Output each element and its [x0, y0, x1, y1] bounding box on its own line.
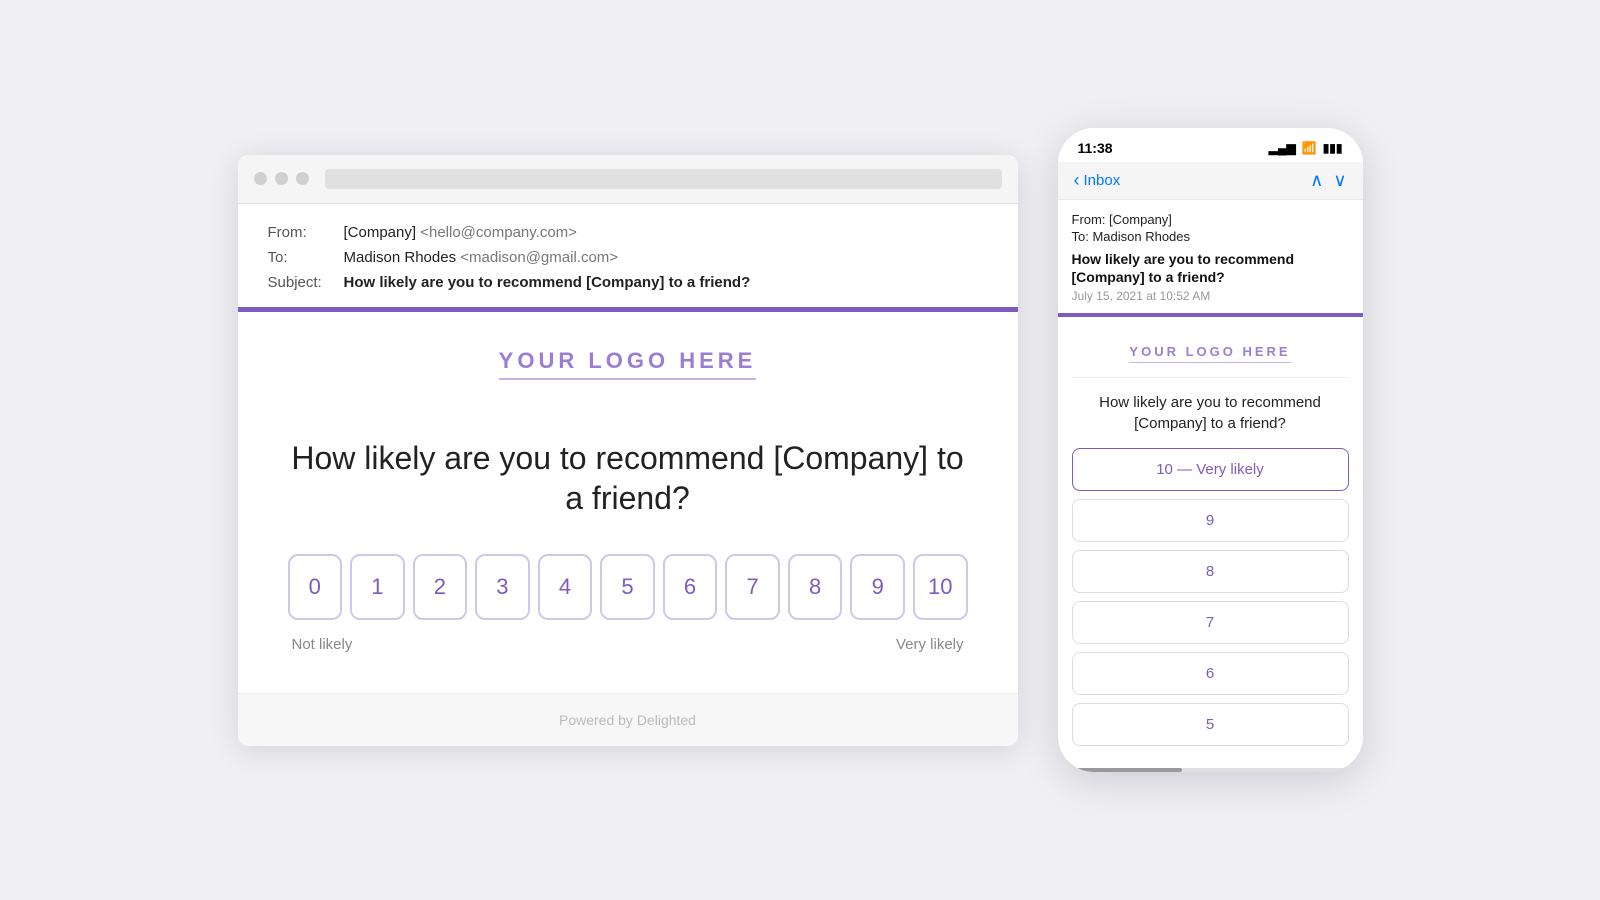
nps-labels: Not likely Very likely — [288, 636, 968, 653]
to-email: <madison@gmail.com> — [460, 249, 618, 266]
signal-icon: ▂▄▆ — [1269, 141, 1296, 155]
phone-date: July 15, 2021 at 10:52 AM — [1072, 289, 1349, 303]
phone-back-button[interactable]: ‹ Inbox — [1074, 170, 1121, 191]
from-email: <hello@company.com> — [420, 224, 577, 241]
to-label: To: — [268, 249, 328, 266]
phone-to: To: Madison Rhodes — [1072, 229, 1349, 244]
footer-text: Powered by Delighted — [559, 712, 696, 728]
to-row: To: Madison Rhodes <madison@gmail.com> — [268, 249, 988, 266]
address-bar — [325, 169, 1002, 189]
nps-button-0[interactable]: 0 — [288, 554, 343, 620]
nps-button-1[interactable]: 1 — [350, 554, 405, 620]
subject-label: Subject: — [268, 274, 328, 291]
logo-text: YOUR LOGO HERE — [499, 348, 757, 380]
phone-nps-item-3[interactable]: 7 — [1072, 601, 1349, 644]
phone-nps-list: 10 — Very likely 9 8 7 6 5 — [1072, 448, 1349, 746]
nps-question: How likely are you to recommend [Company… — [288, 438, 968, 518]
phone-from: From: [Company] — [1072, 212, 1349, 227]
phone-logo-area: YOUR LOGO HERE — [1072, 331, 1349, 378]
nps-label-left: Not likely — [292, 636, 353, 653]
nps-button-3[interactable]: 3 — [475, 554, 530, 620]
subject-row: Subject: How likely are you to recommend… — [268, 274, 988, 291]
phone-nps-question: How likely are you to recommend [Company… — [1072, 392, 1349, 434]
nps-button-7[interactable]: 7 — [725, 554, 780, 620]
from-name: [Company] — [344, 224, 417, 241]
phone-scroll-thumb — [1072, 768, 1183, 772]
survey-body: How likely are you to recommend [Company… — [238, 408, 1018, 693]
logo-area: YOUR LOGO HERE — [238, 312, 1018, 408]
nps-label-right: Very likely — [896, 636, 964, 653]
nps-button-2[interactable]: 2 — [413, 554, 468, 620]
phone-nps-item-0[interactable]: 10 — Very likely — [1072, 448, 1349, 491]
traffic-light-green — [296, 172, 309, 185]
battery-icon: ▮▮▮ — [1323, 141, 1343, 155]
up-arrow-icon[interactable]: ∧ — [1310, 170, 1323, 191]
back-label: Inbox — [1084, 172, 1121, 189]
phone-status-bar: 11:38 ▂▄▆ 📶 ▮▮▮ — [1058, 128, 1363, 162]
email-footer: Powered by Delighted — [238, 693, 1018, 746]
phone-nav-bar: ‹ Inbox ∧ ∨ — [1058, 162, 1363, 200]
nps-button-6[interactable]: 6 — [663, 554, 718, 620]
mobile-phone: 11:38 ▂▄▆ 📶 ▮▮▮ ‹ Inbox ∧ ∨ From: [Compa… — [1058, 128, 1363, 772]
phone-nps-item-1[interactable]: 9 — [1072, 499, 1349, 542]
phone-nps-item-2[interactable]: 8 — [1072, 550, 1349, 593]
to-value: Madison Rhodes <madison@gmail.com> — [344, 249, 619, 266]
nps-button-10[interactable]: 10 — [913, 554, 968, 620]
phone-logo-text: YOUR LOGO HERE — [1129, 344, 1290, 363]
traffic-light-yellow — [275, 172, 288, 185]
from-label: From: — [268, 224, 328, 241]
phone-nps-item-4[interactable]: 6 — [1072, 652, 1349, 695]
to-name: Madison Rhodes — [344, 249, 457, 266]
traffic-light-red — [254, 172, 267, 185]
from-row: From: [Company] <hello@company.com> — [268, 224, 988, 241]
nps-scale: 012345678910 — [288, 554, 968, 620]
back-arrow-icon: ‹ — [1074, 170, 1080, 191]
nps-button-9[interactable]: 9 — [850, 554, 905, 620]
desktop-email-window: From: [Company] <hello@company.com> To: … — [238, 155, 1018, 746]
wifi-icon: 📶 — [1302, 141, 1317, 155]
nps-button-8[interactable]: 8 — [788, 554, 843, 620]
window-chrome — [238, 155, 1018, 204]
down-arrow-icon[interactable]: ∨ — [1333, 170, 1346, 191]
nps-button-4[interactable]: 4 — [538, 554, 593, 620]
from-value: [Company] <hello@company.com> — [344, 224, 577, 241]
phone-time: 11:38 — [1078, 140, 1113, 156]
phone-email-header: From: [Company] To: Madison Rhodes How l… — [1058, 200, 1363, 313]
phone-scroll-indicator — [1072, 768, 1349, 772]
phone-subject: How likely are you to recommend [Company… — [1072, 250, 1349, 286]
subject-text: How likely are you to recommend [Company… — [344, 274, 751, 291]
nps-button-5[interactable]: 5 — [600, 554, 655, 620]
email-header: From: [Company] <hello@company.com> To: … — [238, 204, 1018, 307]
phone-body: YOUR LOGO HERE How likely are you to rec… — [1058, 317, 1363, 760]
phone-status-icons: ▂▄▆ 📶 ▮▮▮ — [1269, 141, 1343, 155]
phone-nav-arrows: ∧ ∨ — [1310, 170, 1346, 191]
phone-nps-item-5[interactable]: 5 — [1072, 703, 1349, 746]
